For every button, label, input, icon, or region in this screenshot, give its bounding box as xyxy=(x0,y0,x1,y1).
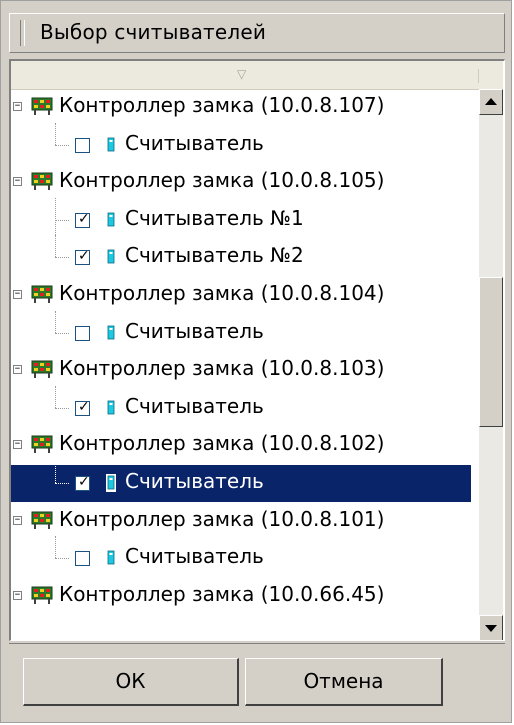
tree-connector-line xyxy=(55,386,56,408)
collapse-toggle-icon[interactable]: − xyxy=(13,440,22,449)
tree-item-controller[interactable]: − Контроллер замка (10.0.8.103) xyxy=(11,352,471,389)
reader-checkbox[interactable]: ✓ xyxy=(75,399,90,416)
reader-label: Считыватель xyxy=(125,544,264,568)
tree-item-reader[interactable]: ✓ Считыватель №2 xyxy=(11,235,471,276)
scroll-down-button[interactable] xyxy=(479,615,503,640)
checkmark-icon: ✓ xyxy=(78,474,90,490)
reader-label: Считыватель xyxy=(125,469,264,493)
tree-item-reader[interactable]: Считыватель xyxy=(11,536,471,577)
controller-label: Контроллер замка (10.0.8.103) xyxy=(59,356,385,380)
tree-item-controller[interactable]: − Контроллер замка (10.0.8.101) xyxy=(11,503,471,540)
collapse-toggle-icon[interactable]: − xyxy=(13,591,22,600)
reader-label: Считыватель №1 xyxy=(125,206,304,230)
tree-item-controller[interactable]: − Контроллер замка (10.0.8.104) xyxy=(11,277,471,314)
tree-connector-line xyxy=(55,198,56,239)
controller-label: Контроллер замка (10.0.8.104) xyxy=(59,281,385,305)
tree-item-reader[interactable]: ✓ Считыватель xyxy=(11,461,471,502)
tree-item-reader[interactable]: ✓ Считыватель xyxy=(11,386,471,427)
tree-item-controller[interactable]: − Контроллер замка (10.0.8.105) xyxy=(11,164,471,201)
collapse-toggle-icon[interactable]: − xyxy=(13,290,22,299)
lock-controller-icon xyxy=(31,435,53,453)
collapse-toggle-icon[interactable]: − xyxy=(13,102,22,111)
lock-controller-icon xyxy=(31,360,53,378)
scroll-up-button[interactable] xyxy=(479,89,503,115)
tree-connector-line xyxy=(55,145,69,146)
arrow-down-icon xyxy=(485,625,497,632)
lock-controller-icon xyxy=(31,511,53,529)
lock-controller-icon xyxy=(31,586,53,604)
tree-item-controller[interactable]: − Контроллер замка (10.0.66.45) xyxy=(11,578,471,615)
reader-selection-dialog: Выбор считывателей ▽ − Контроллер замка (… xyxy=(0,0,512,723)
tree-item-reader[interactable]: ✓ Считыватель №1 xyxy=(11,198,471,239)
checkmark-icon: ✓ xyxy=(78,399,90,415)
cancel-button[interactable]: Отмена xyxy=(245,658,443,706)
lock-controller-icon xyxy=(31,285,53,303)
reader-label: Считыватель xyxy=(125,319,264,343)
controller-label: Контроллер замка (10.0.8.102) xyxy=(59,431,385,455)
reader-checkbox[interactable]: ✓ xyxy=(75,474,90,491)
tree-connector-line xyxy=(55,536,56,558)
tree-connector-line xyxy=(55,461,56,483)
checkmark-icon: ✓ xyxy=(78,248,90,264)
ok-button[interactable]: ОК xyxy=(23,658,239,706)
tree-connector-line xyxy=(55,123,56,145)
tree-connector-line xyxy=(55,220,69,221)
tree-connector-line xyxy=(55,408,69,409)
card-reader-icon xyxy=(107,212,115,227)
tree-connector-line xyxy=(55,235,56,257)
vertical-scrollbar[interactable] xyxy=(479,89,503,640)
tree-item-reader[interactable]: Считыватель xyxy=(11,311,471,352)
reader-label: Считыватель №2 xyxy=(125,243,304,267)
collapse-toggle-icon[interactable]: − xyxy=(13,177,22,186)
reader-label: Считыватель xyxy=(125,131,264,155)
tree-connector-line xyxy=(55,483,69,484)
card-reader-icon xyxy=(107,137,115,152)
tree-connector-line xyxy=(55,558,69,559)
reader-checkbox[interactable] xyxy=(75,551,90,566)
card-reader-icon xyxy=(106,474,116,492)
dialog-header: Выбор считывателей xyxy=(9,13,505,53)
tree-connector-line xyxy=(55,311,56,333)
tree-item-controller[interactable]: − Контроллер замка (10.0.8.107) xyxy=(11,89,471,126)
tree-connector-line xyxy=(55,257,69,258)
button-bar: ОК Отмена xyxy=(9,643,505,718)
sort-arrow-icon: ▽ xyxy=(237,67,247,81)
collapse-toggle-icon[interactable]: − xyxy=(13,365,22,374)
tree-item-reader[interactable]: Считыватель xyxy=(11,123,471,164)
scroll-thumb[interactable] xyxy=(479,277,503,427)
dialog-title: Выбор считывателей xyxy=(40,20,267,44)
header-grip xyxy=(20,20,25,46)
tree-connector-line xyxy=(55,333,69,334)
reader-checkbox[interactable]: ✓ xyxy=(75,211,90,228)
controller-label: Контроллер замка (10.0.8.101) xyxy=(59,507,385,531)
column-divider xyxy=(478,69,479,83)
reader-tree-list[interactable]: ▽ − Контроллер замка (10.0.8.107) Считыват… xyxy=(9,59,505,641)
column-header[interactable]: ▽ xyxy=(11,61,503,90)
card-reader-icon xyxy=(107,400,115,415)
reader-tree: − Контроллер замка (10.0.8.107) Считывател… xyxy=(11,89,471,640)
checkmark-icon: ✓ xyxy=(78,211,90,227)
controller-label: Контроллер замка (10.0.8.105) xyxy=(59,168,385,192)
tree-item-controller[interactable]: − Контроллер замка (10.0.8.102) xyxy=(11,427,471,464)
reader-label: Считыватель xyxy=(125,394,264,418)
card-reader-icon xyxy=(107,325,115,340)
card-reader-icon xyxy=(107,550,115,565)
reader-checkbox[interactable] xyxy=(75,138,90,153)
reader-checkbox[interactable] xyxy=(75,326,90,341)
controller-label: Контроллер замка (10.0.8.107) xyxy=(59,93,385,117)
lock-controller-icon xyxy=(31,97,53,115)
reader-checkbox[interactable]: ✓ xyxy=(75,248,90,265)
collapse-toggle-icon[interactable]: − xyxy=(13,516,22,525)
card-reader-icon xyxy=(107,249,115,264)
lock-controller-icon xyxy=(31,172,53,190)
controller-label: Контроллер замка (10.0.66.45) xyxy=(59,582,385,606)
arrow-up-icon xyxy=(485,98,497,105)
